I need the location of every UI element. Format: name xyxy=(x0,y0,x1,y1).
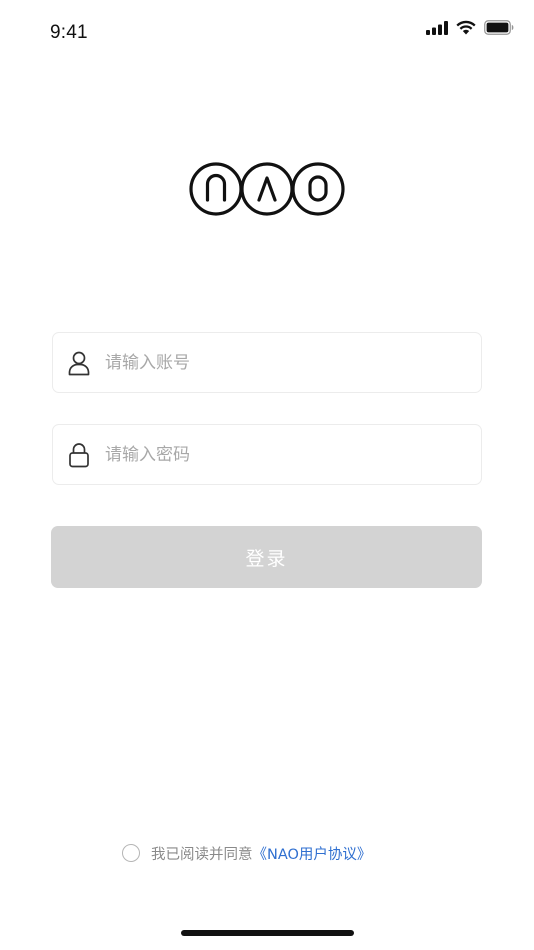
agreement-checkbox[interactable] xyxy=(122,844,140,862)
status-icons xyxy=(426,20,514,35)
nao-logo xyxy=(189,160,347,218)
agreement-row: 我已阅读并同意 《NAO用户协议》 xyxy=(122,842,371,864)
login-button[interactable]: 登录 xyxy=(51,526,482,588)
status-time: 9:41 xyxy=(50,22,88,43)
password-input[interactable] xyxy=(105,425,465,484)
status-bar: 9:41 xyxy=(0,0,534,60)
agreement-text: 我已阅读并同意 xyxy=(151,846,253,863)
cellular-signal-icon xyxy=(426,20,448,35)
account-field[interactable] xyxy=(52,332,482,393)
lock-icon xyxy=(67,442,91,468)
user-icon xyxy=(67,350,91,376)
home-indicator[interactable] xyxy=(181,930,354,936)
wifi-icon xyxy=(456,20,476,35)
battery-icon xyxy=(484,20,514,35)
user-agreement-link[interactable]: 《NAO用户协议》 xyxy=(253,843,372,864)
password-field[interactable] xyxy=(52,424,482,485)
account-input[interactable] xyxy=(105,333,465,392)
